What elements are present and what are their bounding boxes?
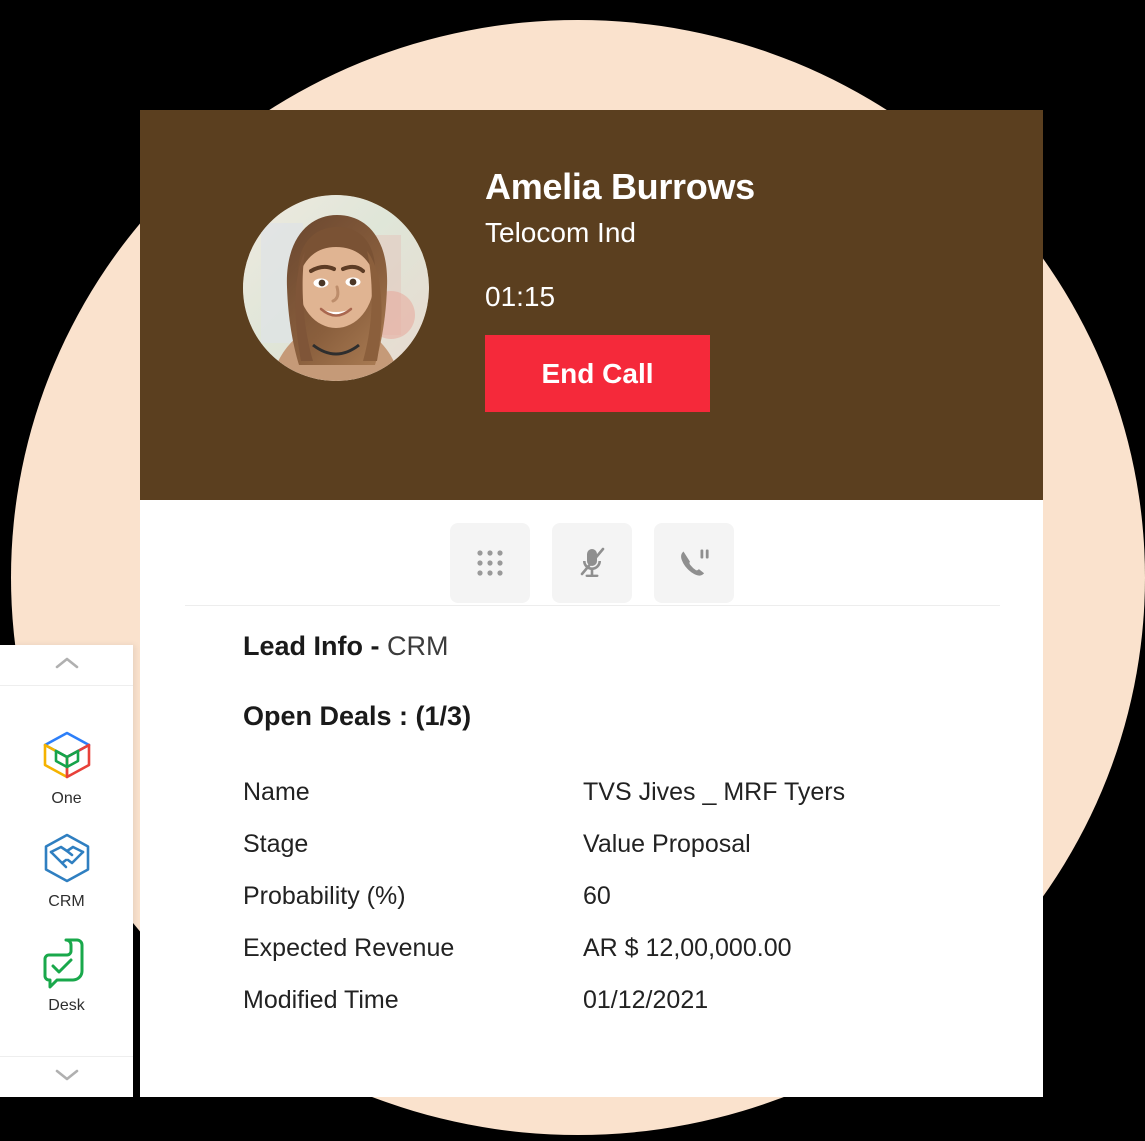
table-row: Probability (%) 60 bbox=[243, 871, 1043, 923]
call-popup-card: Amelia Burrows Telocom Ind 01:15 End Cal… bbox=[140, 110, 1043, 1097]
field-label: Modified Time bbox=[243, 986, 399, 1015]
field-label: Stage bbox=[243, 830, 309, 859]
sidebar-item-crm[interactable]: CRM bbox=[0, 830, 133, 911]
field-value: AR $ 12,00,000.00 bbox=[583, 934, 792, 963]
sidebar-item-one[interactable]: One bbox=[0, 727, 133, 808]
call-duration-timer: 01:15 bbox=[485, 280, 556, 312]
lead-info-heading-source: CRM bbox=[387, 631, 449, 661]
section-divider bbox=[185, 605, 1000, 606]
caller-details: Amelia Burrows Telocom Ind 01:15 End Cal… bbox=[485, 167, 1005, 412]
lead-info-section: Lead Info - CRM Open Deals : (1/3) Name … bbox=[140, 630, 1043, 1027]
app-switcher-sidebar: One CRM Desk bbox=[0, 645, 133, 1097]
sidebar-scroll-up-button[interactable] bbox=[0, 645, 133, 686]
caller-company: Telocom Ind bbox=[485, 216, 636, 248]
table-row: Modified Time 01/12/2021 bbox=[243, 975, 1043, 1027]
end-call-button[interactable]: End Call bbox=[485, 334, 710, 412]
zoho-one-cube-icon bbox=[39, 727, 95, 783]
field-value: 60 bbox=[583, 882, 611, 911]
sidebar-item-label: One bbox=[51, 790, 82, 808]
field-value: Value Proposal bbox=[583, 830, 751, 859]
call-hold-icon bbox=[677, 547, 711, 579]
hold-button[interactable] bbox=[653, 522, 734, 603]
sidebar-app-list: One CRM Desk bbox=[0, 686, 133, 1056]
avatar bbox=[243, 195, 429, 381]
call-controls bbox=[140, 500, 1043, 625]
table-row: Stage Value Proposal bbox=[243, 819, 1043, 871]
zoho-desk-icon bbox=[39, 934, 95, 990]
deal-fields-table: Name TVS Jives _ MRF Tyers Stage Value P… bbox=[140, 767, 1043, 1027]
field-label: Expected Revenue bbox=[243, 934, 455, 963]
lead-info-heading-strong: Lead Info - bbox=[243, 631, 387, 661]
lead-info-heading: Lead Info - CRM bbox=[243, 630, 1043, 662]
microphone-muted-icon bbox=[576, 546, 608, 580]
sidebar-scroll-down-button[interactable] bbox=[0, 1056, 133, 1097]
call-header: Amelia Burrows Telocom Ind 01:15 End Cal… bbox=[140, 110, 1043, 500]
sidebar-item-label: Desk bbox=[48, 996, 85, 1014]
sidebar-item-label: CRM bbox=[48, 893, 85, 911]
table-row: Name TVS Jives _ MRF Tyers bbox=[243, 767, 1043, 819]
caller-name: Amelia Burrows bbox=[485, 166, 755, 207]
field-value: TVS Jives _ MRF Tyers bbox=[583, 778, 846, 807]
mute-button[interactable] bbox=[551, 522, 632, 603]
field-value: 01/12/2021 bbox=[583, 986, 709, 1015]
zoho-crm-handshake-icon bbox=[39, 830, 95, 886]
sidebar-item-desk[interactable]: Desk bbox=[0, 934, 133, 1015]
chevron-up-icon bbox=[55, 656, 79, 675]
chevron-down-icon bbox=[55, 1068, 79, 1087]
field-label: Name bbox=[243, 778, 310, 807]
field-label: Probability (%) bbox=[243, 882, 406, 911]
keypad-button[interactable] bbox=[449, 522, 530, 603]
table-row: Expected Revenue AR $ 12,00,000.00 bbox=[243, 923, 1043, 975]
open-deals-heading: Open Deals : (1/3) bbox=[243, 701, 472, 732]
keypad-icon bbox=[475, 548, 505, 578]
